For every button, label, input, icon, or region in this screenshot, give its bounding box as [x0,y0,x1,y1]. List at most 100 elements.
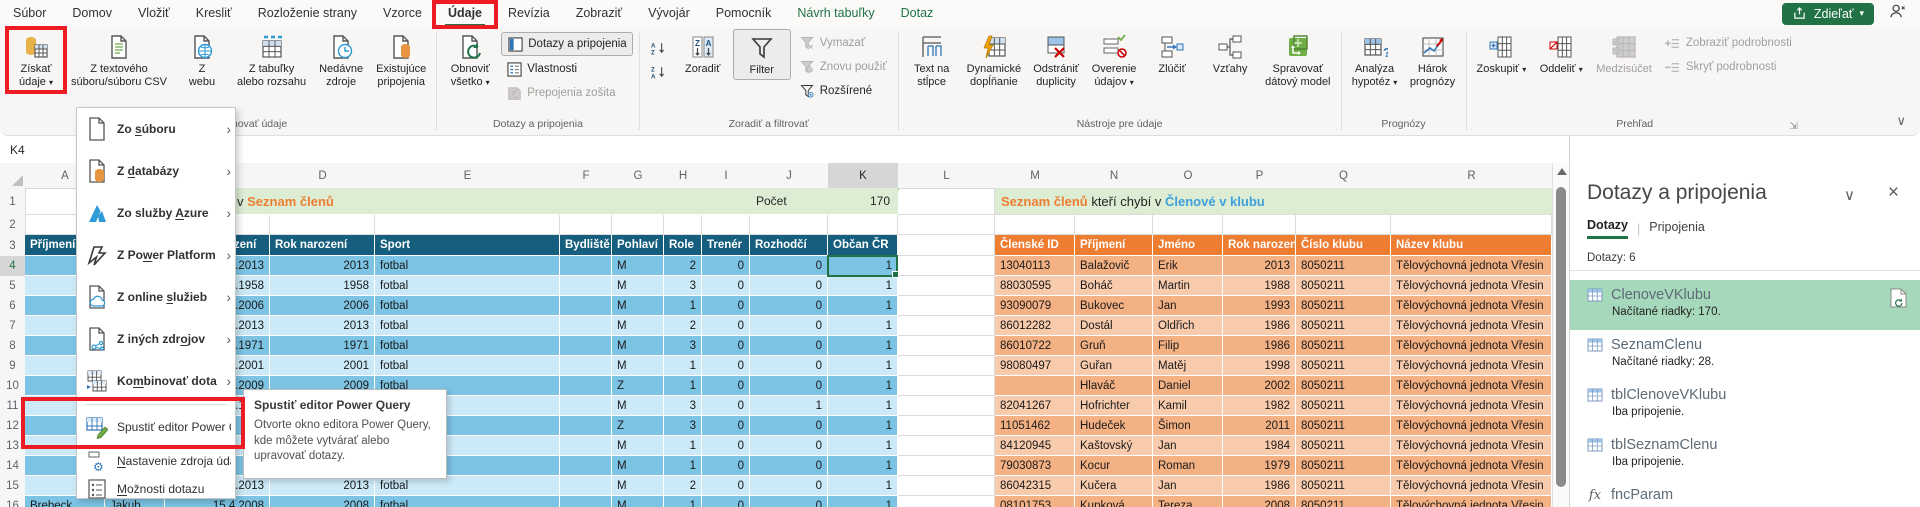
cell-H11[interactable]: 3 [664,396,702,416]
consolidate-button[interactable]: Zlúčiť [1144,29,1200,78]
cell-E16[interactable]: fotbal [375,496,560,507]
cell-J13[interactable]: 0 [750,436,828,456]
cell-J10[interactable]: 0 [750,376,828,396]
cell-N16[interactable]: Kupková [1075,496,1153,507]
cell-M6[interactable]: 93090079 [995,296,1075,316]
cell-O2[interactable] [1153,215,1223,235]
cell-I5[interactable]: 0 [702,276,750,296]
column-header-F[interactable]: F [560,163,613,189]
cell-J5[interactable]: 0 [750,276,828,296]
cell-H14[interactable]: 1 [664,456,702,476]
cell-O14[interactable]: Roman [1153,456,1223,476]
cell-N11[interactable]: Hofrichter [1075,396,1153,416]
cell-N4[interactable]: Balažovič [1075,256,1153,276]
cell-N12[interactable]: Hudeček [1075,416,1153,436]
existing-connections-button[interactable]: Existujúcepripojenia [371,29,431,91]
cell-E6[interactable]: fotbal [375,296,560,316]
relationships-button[interactable]: Vzťahy [1202,29,1258,78]
cell-L16[interactable] [898,496,995,507]
cell-E7[interactable]: fotbal [375,316,560,336]
cell-N15[interactable]: Kučera [1075,476,1153,496]
cell-D5[interactable]: 1958 [270,276,375,296]
menu-item-from-file[interactable]: Zo súboru› [77,108,235,150]
cell-R14[interactable]: Tělovýchovná jednota Vřesin [1391,456,1552,476]
row-header-6[interactable]: 6 [0,296,26,317]
cell-O6[interactable]: Jan [1153,296,1223,316]
text-to-columns-button[interactable]: Text nastĺpce [904,29,960,91]
ribbon-tab-vlozit[interactable]: Vložiť [125,0,183,27]
cell-K10[interactable]: 1 [828,376,898,396]
ribbon-tab-pomocnik[interactable]: Pomocník [703,0,785,27]
menu-item-combine-queries[interactable]: Kombinovať dotazy› [77,360,235,402]
cell-Q13[interactable]: 8050211 [1296,436,1391,456]
queries-connections-button[interactable]: Dotazy a pripojenia [501,32,632,56]
menu-item-from-database[interactable]: Z databázy› [77,150,235,192]
from-web-button[interactable]: Zwebu [174,29,230,91]
cell-P11[interactable]: 1982 [1223,396,1296,416]
cell-R7[interactable]: Tělovýchovná jednota Vřesin [1391,316,1552,336]
cell-M5[interactable]: 88030595 [995,276,1075,296]
cell-N14[interactable]: Kocur [1075,456,1153,476]
cell-L2[interactable] [898,215,995,235]
cell-R8[interactable]: Tělovýchovná jednota Vřesin [1391,336,1552,356]
row-header-5[interactable]: 5 [0,276,26,297]
column-header-O[interactable]: O [1153,163,1224,189]
cell-L14[interactable] [898,456,995,476]
cell-G15[interactable]: M [612,476,664,496]
cell-Q5[interactable]: 8050211 [1296,276,1391,296]
cell-R5[interactable]: Tělovýchovná jednota Vřesin [1391,276,1552,296]
cell-M16[interactable]: 08101753 [995,496,1075,507]
cell-H3[interactable]: Role [664,235,702,256]
cell-H4[interactable]: 2 [664,256,702,276]
row-header-9[interactable]: 9 [0,356,26,377]
filter-button[interactable]: Filter [733,29,791,80]
cell-I8[interactable]: 0 [702,336,750,356]
cell-K6[interactable]: 1 [828,296,898,316]
cell-Q12[interactable]: 8050211 [1296,416,1391,436]
cell-Q7[interactable]: 8050211 [1296,316,1391,336]
dialog-launcher-icon[interactable]: ⇲ [1789,121,1797,132]
cell-K4[interactable]: 1 [828,256,898,276]
cell-L11[interactable] [898,396,995,416]
cell-I4[interactable]: 0 [702,256,750,276]
cell-G14[interactable]: M [612,456,664,476]
group-button[interactable]: Zoskupiť ▾ [1472,29,1532,78]
cell-J8[interactable]: 0 [750,336,828,356]
cell-N7[interactable]: Dostál [1075,316,1153,336]
cell-F13[interactable] [560,436,612,456]
cell-L15[interactable] [898,476,995,496]
cell-O11[interactable]: Kamil [1153,396,1223,416]
cell-L9[interactable] [898,356,995,376]
cell-L4[interactable] [898,256,995,276]
cell-Q10[interactable]: 8050211 [1296,376,1391,396]
cell-N13[interactable]: Kaštovský [1075,436,1153,456]
row-header-11[interactable]: 11 [0,396,26,417]
what-if-button[interactable]: ?Analýzahypotéz ▾ [1347,29,1403,91]
cell-M3[interactable]: Členské ID [995,235,1075,256]
cell-R15[interactable]: Tělovýchovná jednota Vřesin [1391,476,1552,496]
cell-H2[interactable] [664,215,702,235]
menu-item-launch-pq-editor[interactable]: Spustiť editor Power Query... [77,407,235,447]
cell-L7[interactable] [898,316,995,336]
cell-D4[interactable]: 2013 [270,256,375,276]
column-header-D[interactable]: D [270,163,376,189]
people-icon[interactable] [1888,3,1906,24]
preview-doc-icon[interactable] [1890,288,1907,313]
ribbon-tab-domov[interactable]: Domov [59,0,125,27]
cell-Q11[interactable]: 8050211 [1296,396,1391,416]
cell-I6[interactable]: 0 [702,296,750,316]
cell-R3[interactable]: Název klubu [1391,235,1552,256]
ribbon-tab-navrh-tabulky[interactable]: Návrh tabuľky [784,0,887,27]
cell-M2[interactable] [995,215,1075,235]
cell-J4[interactable]: 0 [750,256,828,276]
cell-P6[interactable]: 1993 [1223,296,1296,316]
cell-R16[interactable]: Tělovýchovná jednota Vřesin [1391,496,1552,507]
cell-I11[interactable]: 0 [702,396,750,416]
cell-G6[interactable]: M [612,296,664,316]
cell-G5[interactable]: M [612,276,664,296]
cell-J6[interactable]: 0 [750,296,828,316]
menu-item-from-online-services[interactable]: Z online služieb› [77,276,235,318]
cell-L1[interactable] [898,188,995,215]
cell-J14[interactable]: 0 [750,456,828,476]
cell-M14[interactable]: 79030873 [995,456,1075,476]
